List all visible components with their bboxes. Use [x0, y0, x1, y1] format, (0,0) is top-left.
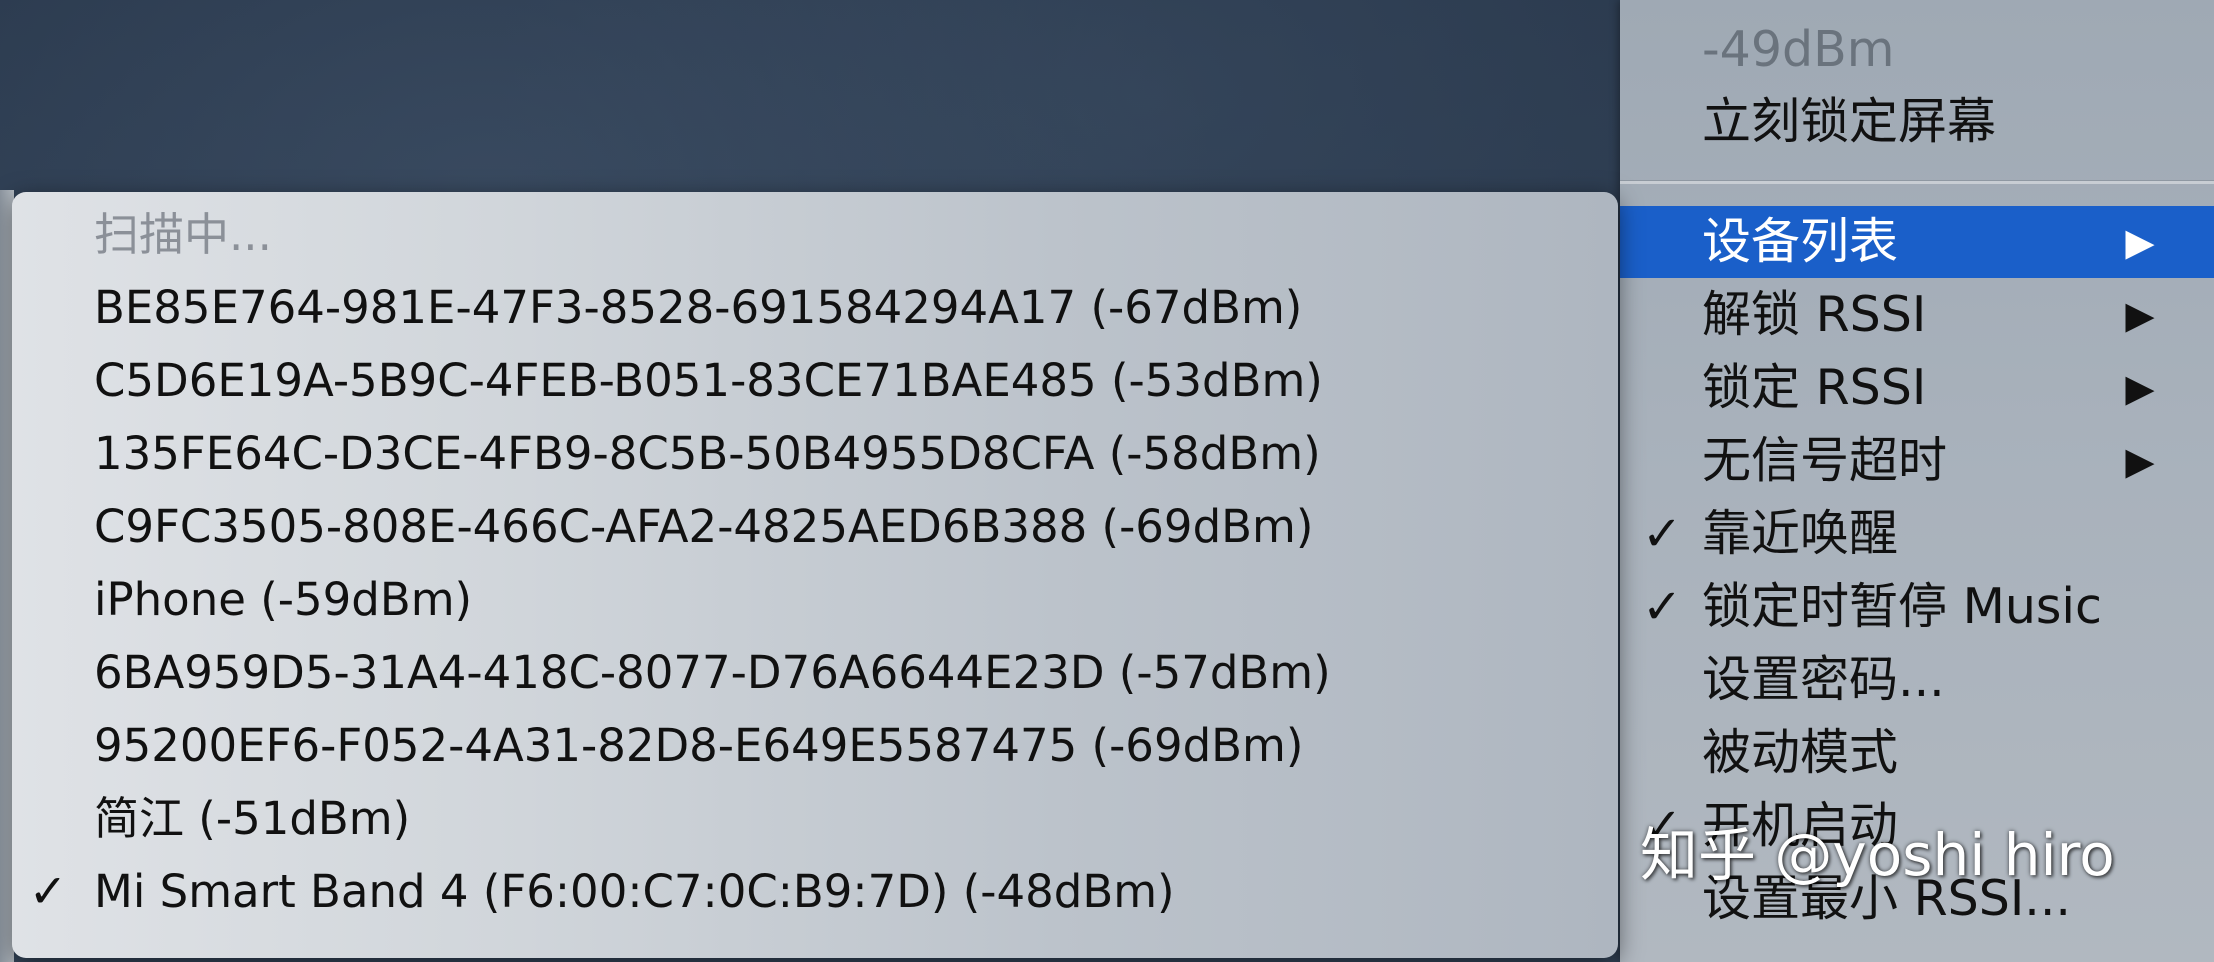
menu-item-label: 无信号超时: [1702, 432, 1948, 489]
menu-item-set-password[interactable]: 设置密码...: [1620, 644, 2214, 716]
device-item-selected[interactable]: ✓ Mi Smart Band 4 (F6:00:C7:0C:B9:7D) (-…: [12, 855, 1618, 928]
menu-item-no-signal-timeout[interactable]: 无信号超时 ▶: [1620, 425, 2214, 497]
rssi-readout: -49dBm: [1620, 14, 2214, 86]
device-label: BE85E764-981E-47F3-8528-691584294A17 (-6…: [94, 281, 1303, 334]
menu-item-lock-screen-now[interactable]: 立刻锁定屏幕: [1620, 86, 2214, 158]
device-item[interactable]: C9FC3505-808E-466C-AFA2-4825AED6B388 (-6…: [12, 490, 1618, 563]
device-list-submenu: 扫描中... BE85E764-981E-47F3-8528-691584294…: [12, 192, 1618, 958]
menu-item-passive-mode[interactable]: 被动模式: [1620, 717, 2214, 789]
menu-item-label: 被动模式: [1702, 724, 1899, 781]
menu-item-unlock-rssi[interactable]: 解锁 RSSI ▶: [1620, 279, 2214, 351]
checkmark-icon: ✓: [1642, 506, 1683, 562]
device-label: Mi Smart Band 4 (F6:00:C7:0C:B9:7D) (-48…: [94, 865, 1175, 918]
menu-item-label: 设备列表: [1702, 213, 1899, 270]
device-label: 6BA959D5-31A4-418C-8077-D76A6644E23D (-5…: [94, 646, 1331, 699]
checkmark-icon: ✓: [28, 864, 68, 918]
watermark-text: 知乎 @yoshi hiro: [1640, 821, 2115, 889]
device-label: 扫描中...: [94, 208, 272, 261]
device-item[interactable]: iPhone (-59dBm): [12, 563, 1618, 636]
menu-item-label: -49dBm: [1702, 21, 1895, 78]
device-item[interactable]: 135FE64C-D3CE-4FB9-8C5B-50B4955D8CFA (-5…: [12, 417, 1618, 490]
menu-item-label: 锁定时暂停 Music: [1702, 578, 2102, 635]
submenu-arrow-icon: ▶: [2125, 439, 2155, 483]
device-item[interactable]: 简江 (-51dBm): [12, 782, 1618, 855]
menu-item-lock-rssi[interactable]: 锁定 RSSI ▶: [1620, 352, 2214, 424]
submenu-arrow-icon: ▶: [2125, 220, 2155, 264]
device-label: 95200EF6-F052-4A31-82D8-E649E5587475 (-6…: [94, 719, 1304, 772]
status-menu: -49dBm 立刻锁定屏幕 设备列表 ▶ 解锁 RSSI ▶ 锁定 RSSI ▶…: [1620, 0, 2214, 962]
menu-item-label: 靠近唤醒: [1702, 505, 1899, 562]
device-item[interactable]: 95200EF6-F052-4A31-82D8-E649E5587475 (-6…: [12, 709, 1618, 782]
checkmark-icon: ✓: [1642, 579, 1683, 635]
device-label: 简江 (-51dBm): [94, 792, 411, 845]
submenu-arrow-icon: ▶: [2125, 366, 2155, 410]
submenu-arrow-icon: ▶: [2125, 293, 2155, 337]
scanning-status: 扫描中...: [12, 198, 1618, 271]
menu-item-label: 锁定 RSSI: [1702, 359, 1927, 416]
menu-separator: [1620, 180, 2214, 184]
device-label: 135FE64C-D3CE-4FB9-8C5B-50B4955D8CFA (-5…: [94, 427, 1321, 480]
device-label: C5D6E19A-5B9C-4FEB-B051-83CE71BAE485 (-5…: [94, 354, 1323, 407]
device-item[interactable]: 6BA959D5-31A4-418C-8077-D76A6644E23D (-5…: [12, 636, 1618, 709]
menu-item-label: 设置密码...: [1702, 651, 1945, 708]
device-item[interactable]: C5D6E19A-5B9C-4FEB-B051-83CE71BAE485 (-5…: [12, 344, 1618, 417]
device-label: C9FC3505-808E-466C-AFA2-4825AED6B388 (-6…: [94, 500, 1314, 553]
menu-item-device-list[interactable]: 设备列表 ▶: [1620, 206, 2214, 278]
menu-item-pause-music-on-lock[interactable]: ✓ 锁定时暂停 Music: [1620, 571, 2214, 643]
device-item[interactable]: BE85E764-981E-47F3-8528-691584294A17 (-6…: [12, 271, 1618, 344]
menu-item-label: 解锁 RSSI: [1702, 286, 1927, 343]
device-label: iPhone (-59dBm): [94, 573, 473, 626]
menu-item-wake-on-proximity[interactable]: ✓ 靠近唤醒: [1620, 498, 2214, 570]
menu-item-label: 立刻锁定屏幕: [1702, 93, 1997, 150]
